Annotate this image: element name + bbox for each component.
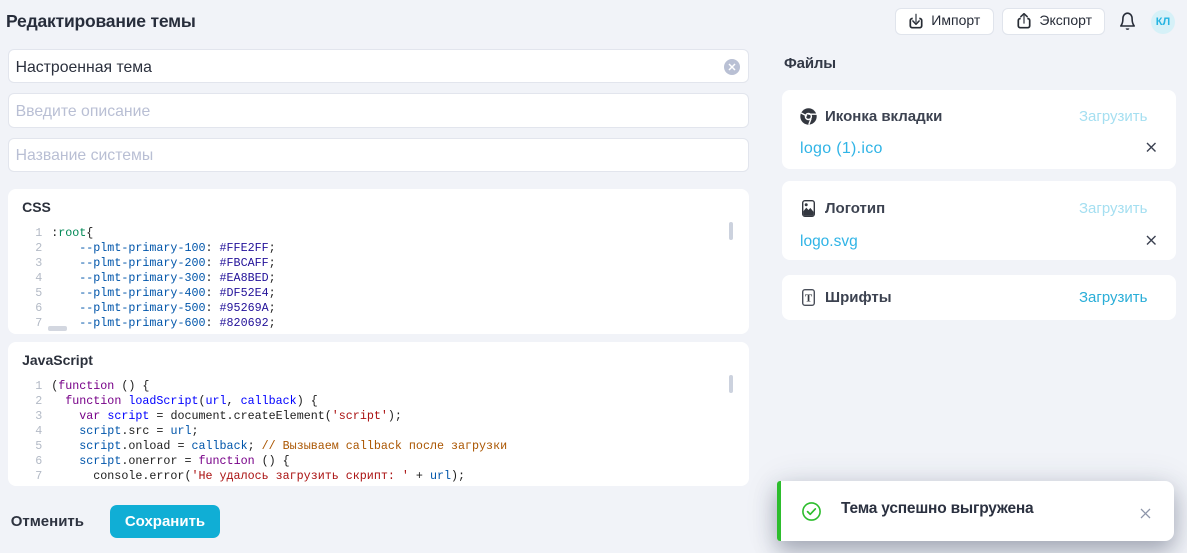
svg-text:T: T [805,292,813,304]
